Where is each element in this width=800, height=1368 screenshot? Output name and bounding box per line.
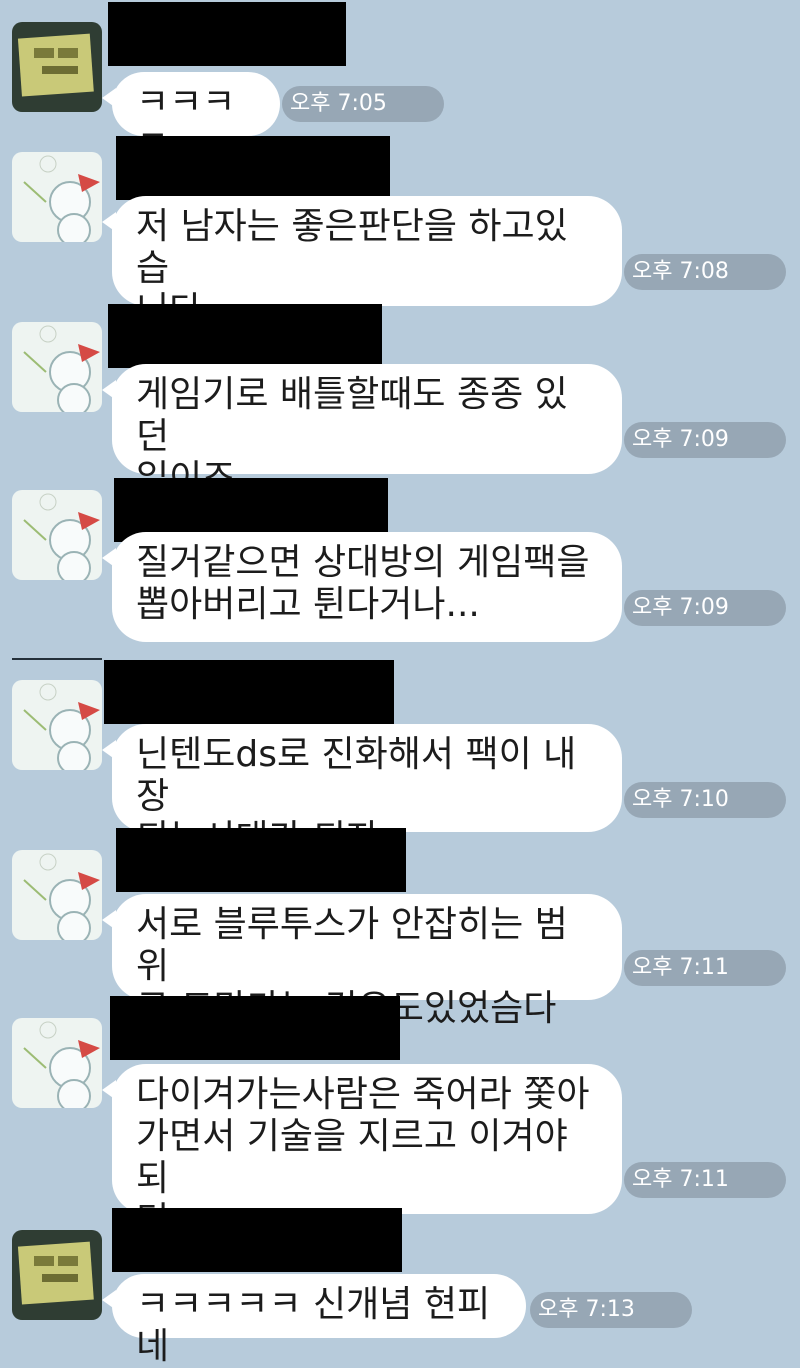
redacted-sender-name xyxy=(104,660,394,724)
message-text: 질거같으면 상대방의 게임팩을 뽑아버리고 튄다거나... xyxy=(136,542,590,625)
message-time: 오후 7:11 xyxy=(624,950,786,986)
redacted-sender-name xyxy=(108,2,346,66)
snowman-avatar[interactable] xyxy=(12,322,102,412)
snowman-avatar[interactable] xyxy=(12,680,102,770)
message-time: 오후 7:11 xyxy=(624,1162,786,1198)
redacted-sender-name xyxy=(110,996,400,1060)
divider xyxy=(12,658,102,660)
message-time: 오후 7:09 xyxy=(624,422,786,458)
snowman-avatar[interactable] xyxy=(12,850,102,940)
redacted-sender-name xyxy=(108,304,382,368)
message-time: 오후 7:08 xyxy=(624,254,786,290)
message-time: 오후 7:13 xyxy=(530,1292,692,1328)
message-time: 오후 7:10 xyxy=(624,782,786,818)
snowman-avatar[interactable] xyxy=(12,1018,102,1108)
snowman-avatar[interactable] xyxy=(12,152,102,242)
snowman-avatar[interactable] xyxy=(12,490,102,580)
message-time: 오후 7:09 xyxy=(624,590,786,626)
message-bubble[interactable]: 저 남자는 좋은판단을 하고있습 니다 xyxy=(102,196,622,331)
sticky-note-avatar[interactable] xyxy=(12,22,102,112)
message-bubble[interactable]: 게임기로 배틀할때도 종종 있던 일이죠... xyxy=(102,364,622,499)
redacted-sender-name xyxy=(116,828,406,892)
sticky-note-avatar[interactable] xyxy=(12,1230,102,1320)
message-bubble[interactable]: 닌텐도ds로 진화해서 팩이 내장 되는시대가 되자 xyxy=(102,724,622,859)
message-bubble[interactable]: 질거같으면 상대방의 게임팩을 뽑아버리고 튄다거나... xyxy=(102,532,622,642)
message-bubble[interactable]: 서로 블루투스가 안잡히는 범위 로 도망가는 경우도있었슴다 xyxy=(102,894,622,1029)
message-bubble[interactable]: 다이겨가는사람은 죽어라 쫓아 가면서 기술을 지르고 이겨야되 던... xyxy=(102,1064,622,1241)
message-bubble[interactable]: ㅋㅋㅋㅋㅋ 신개념 현피네 xyxy=(102,1274,526,1367)
message-bubble[interactable]: ㅋㅋㅋㅋ xyxy=(102,72,280,165)
message-text: ㅋㅋㅋㅋㅋ 신개념 현피네 xyxy=(136,1284,491,1367)
redacted-sender-name xyxy=(112,1208,402,1272)
message-time: 오후 7:05 xyxy=(282,86,444,122)
redacted-sender-name xyxy=(116,136,390,200)
